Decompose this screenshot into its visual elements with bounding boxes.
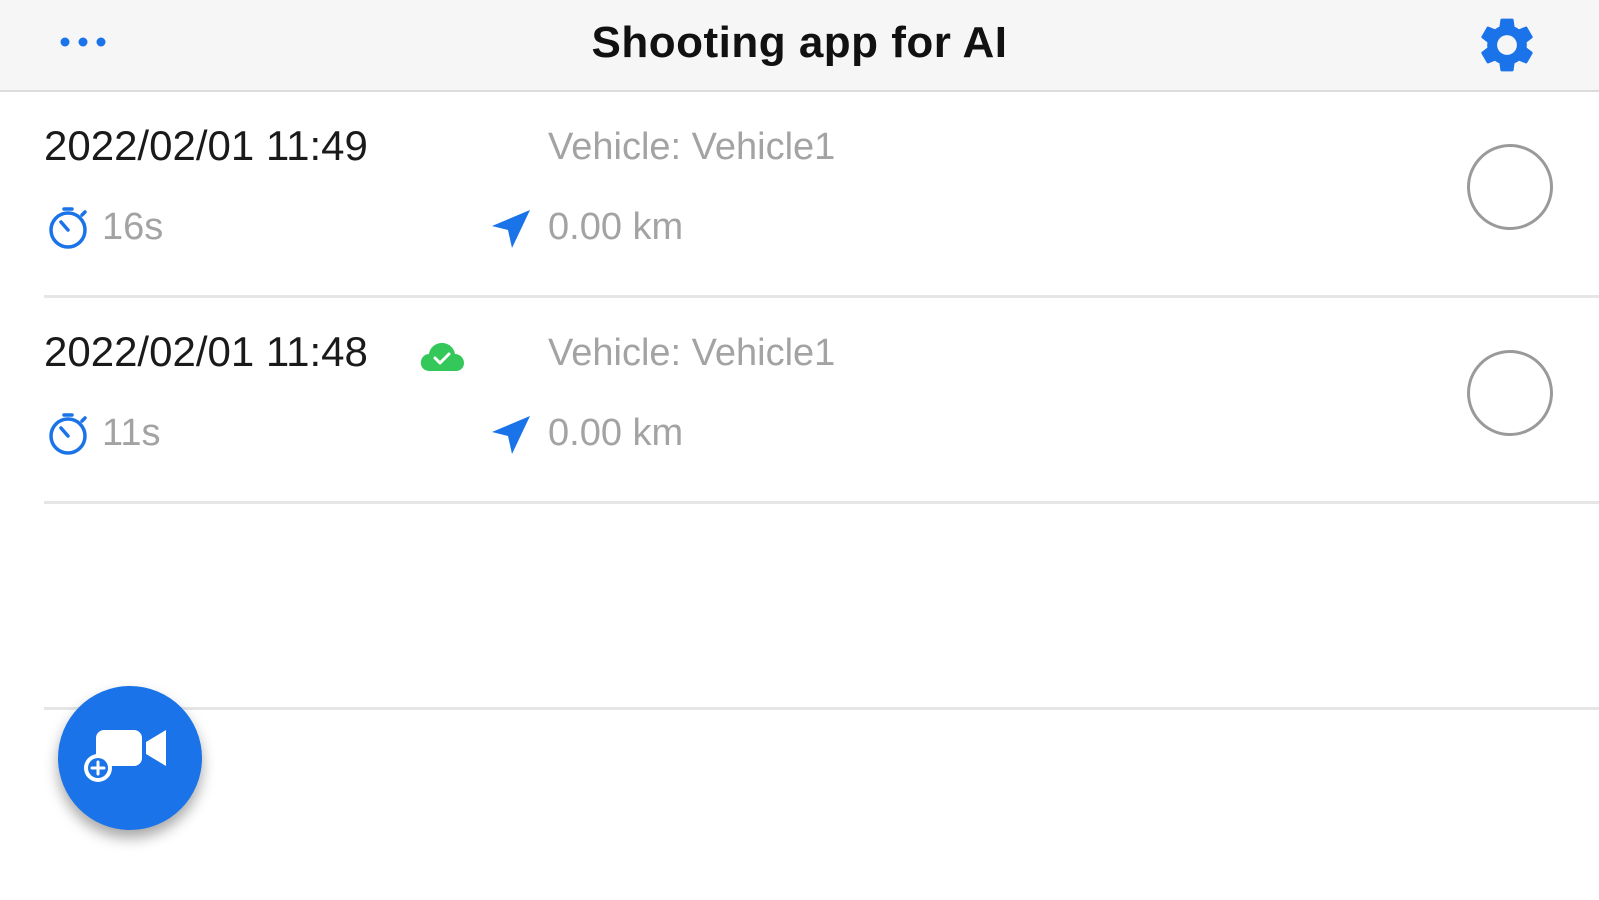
empty-list-row [44, 504, 1599, 710]
list-item[interactable]: 2022/02/01 11:48 Vehicle: Vehicle1 11s 0… [44, 298, 1599, 504]
recording-distance: 0.00 km [548, 412, 684, 454]
recording-duration: 16s [102, 206, 164, 248]
gear-icon [1481, 18, 1533, 72]
recording-vehicle: Vehicle: Vehicle1 [548, 332, 836, 374]
new-recording-button[interactable] [58, 686, 202, 830]
page-title: Shooting app for AI [591, 18, 1008, 67]
select-radio[interactable] [1467, 350, 1553, 436]
cloud-check-icon [420, 343, 464, 371]
recording-list: 2022/02/01 11:49 Vehicle: Vehicle1 16s 0… [0, 92, 1599, 710]
recording-vehicle: Vehicle: Vehicle1 [548, 126, 836, 168]
recording-duration: 11s [102, 412, 161, 454]
list-item[interactable]: 2022/02/01 11:49 Vehicle: Vehicle1 16s 0… [44, 92, 1599, 298]
settings-button[interactable] [1474, 12, 1540, 78]
location-arrow-icon [492, 416, 530, 454]
select-radio[interactable] [1467, 144, 1553, 230]
recording-datetime: 2022/02/01 11:49 [44, 122, 368, 169]
add-video-icon [84, 730, 166, 782]
navigation-bar: Shooting app for AI [0, 0, 1599, 92]
app-screen: Shooting app for AI 2022/02/01 11:49 Veh… [0, 0, 1599, 900]
location-arrow-icon [492, 210, 530, 248]
timer-icon [49, 413, 87, 455]
recording-datetime: 2022/02/01 11:48 [44, 328, 368, 375]
timer-icon [49, 207, 87, 249]
recording-distance: 0.00 km [548, 206, 684, 248]
